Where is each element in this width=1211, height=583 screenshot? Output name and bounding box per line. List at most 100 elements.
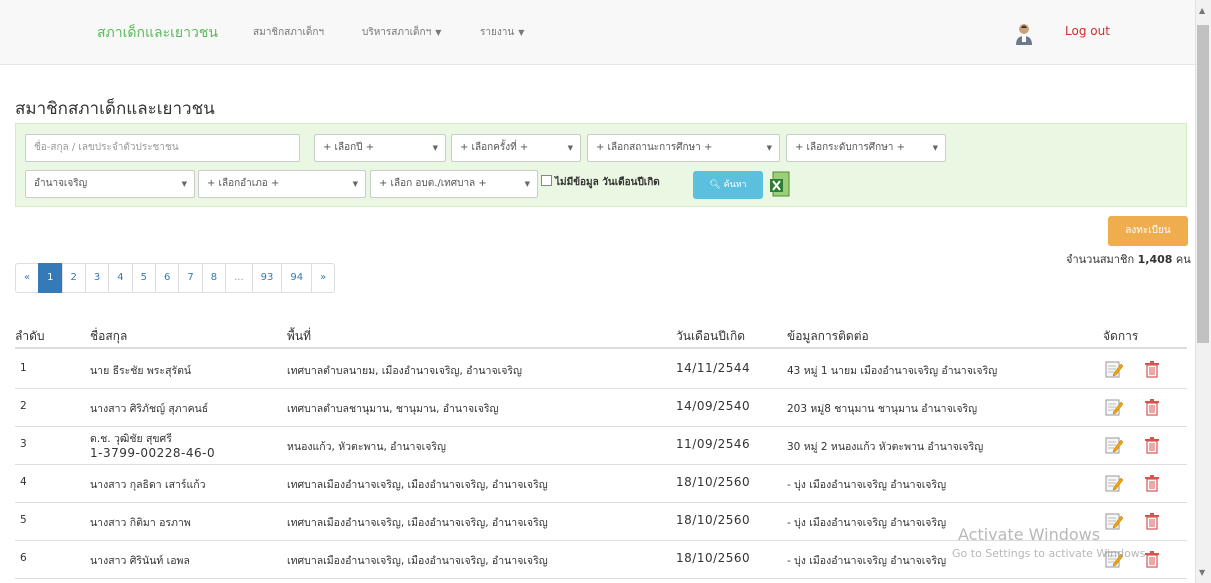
nav-manage[interactable]: บริหารสภาเด็กฯ ▼ xyxy=(362,25,441,40)
pagination-page[interactable]: 8 xyxy=(201,263,227,293)
cell-contact: - บุ่ง เมืองอำนาจเจริญ อำนาจเจริญ xyxy=(787,479,947,491)
excel-export-icon[interactable] xyxy=(770,171,790,197)
member-count-label: จำนวนสมาชิก xyxy=(1066,253,1135,266)
col-header-birthdate: วันเดือนปีเกิด xyxy=(676,329,746,343)
edit-icon[interactable] xyxy=(1105,474,1124,492)
province-select[interactable]: อำนาจเจริญ ▼ xyxy=(25,170,195,198)
cell-birthdate: 18/10/2560 xyxy=(676,475,751,489)
no-birthdate-label: ไม่มีข้อมูล วันเดือนปีเกิด xyxy=(555,177,660,188)
activate-windows-subtext: Go to Settings to activate Windows. xyxy=(952,547,1150,560)
cell-name: นางสาว ศิรินันท์ เอพล xyxy=(90,555,190,567)
cell-birthdate: 18/10/2560 xyxy=(676,551,751,565)
activate-windows-watermark: Activate Windows xyxy=(958,525,1101,544)
round-select-value: + เลือกครั้งที่ + xyxy=(460,142,529,153)
chevron-down-icon: ▼ xyxy=(432,144,438,152)
checkbox-box[interactable] xyxy=(541,175,552,186)
nav-report[interactable]: รายงาน ▼ xyxy=(480,25,524,40)
pagination-prev[interactable]: « xyxy=(15,263,40,293)
chevron-down-icon: ▼ xyxy=(524,180,530,188)
cell-contact: - บุ่ง เมืองอำนาจเจริญ อำนาจเจริญ xyxy=(787,517,947,529)
cell-contact: - บุ่ง เมืองอำนาจเจริญ อำนาจเจริญ xyxy=(787,555,947,567)
pagination-page[interactable]: 7 xyxy=(178,263,203,293)
chevron-down-icon: ▼ xyxy=(352,180,358,188)
search-button[interactable]: 🔍︎ ค้นหา xyxy=(693,171,763,199)
cell-contact: 203 หมู่8 ชานุมาน ชานุมาน อำนาจเจริญ xyxy=(787,403,978,415)
trash-icon[interactable] xyxy=(1144,398,1160,416)
logout-link[interactable]: Log out xyxy=(1065,24,1110,38)
cell-contact: 43 หมู่ 1 นายม เมืองอำนาจเจริญ อำนาจเจริ… xyxy=(787,365,998,377)
cell-birthdate: 11/09/2546 xyxy=(676,437,751,451)
pagination-page[interactable]: 93 xyxy=(251,263,283,293)
pagination-page[interactable]: 6 xyxy=(155,263,180,293)
row-divider xyxy=(15,426,1187,427)
trash-icon[interactable] xyxy=(1144,474,1160,492)
scrollbar-thumb[interactable] xyxy=(1197,25,1209,343)
district-select[interactable]: + เลือกอำเภอ + ▼ xyxy=(198,170,366,198)
cell-area: เทศบาลเมืองอำนาจเจริญ, เมืองอำนาจเจริญ, … xyxy=(287,479,548,491)
cell-contact: 30 หมู่ 2 หนองแก้ว หัวตะพาน อำนาจเจริญ xyxy=(787,441,984,453)
member-count: จำนวนสมาชิก 1,408 คน xyxy=(1066,250,1191,268)
no-birthdate-checkbox[interactable]: ไม่มีข้อมูล วันเดือนปีเกิด xyxy=(541,175,660,190)
year-select[interactable]: + เลือกปี + ▼ xyxy=(314,134,446,162)
caret-down-icon: ▼ xyxy=(435,28,442,37)
pagination-page[interactable]: 4 xyxy=(108,263,133,293)
edit-icon[interactable] xyxy=(1105,360,1124,378)
cell-birthdate: 14/11/2544 xyxy=(676,361,751,375)
cell-name: นางสาว กิติมา อรภาพ xyxy=(90,517,191,529)
pagination-page[interactable]: 1 xyxy=(38,263,63,293)
cell-no: 4 xyxy=(20,476,27,488)
province-value: อำนาจเจริญ xyxy=(34,178,88,189)
subdistrict-select[interactable]: + เลือก อบต./เทศบาล + ▼ xyxy=(370,170,538,198)
member-count-value: 1,408 xyxy=(1137,253,1173,266)
search-placeholder: ชื่อ-สกุล / เลขประจำตัวประชาชน xyxy=(34,142,179,153)
col-header-area: พื้นที่ xyxy=(287,329,312,343)
cell-name: ด.ช. วุฒิชัย สุขศรี xyxy=(90,433,172,445)
study-status-value: + เลือกสถานะการศึกษา + xyxy=(596,142,713,153)
cell-no: 6 xyxy=(20,552,27,564)
cell-birthdate: 14/09/2540 xyxy=(676,399,751,413)
chevron-down-icon: ▼ xyxy=(932,144,938,152)
pagination-page[interactable]: 5 xyxy=(131,263,156,293)
col-header-actions: จัดการ xyxy=(1103,329,1139,343)
trash-icon[interactable] xyxy=(1144,512,1160,530)
nav-members[interactable]: สมาชิกสภาเด็กฯ xyxy=(253,25,324,40)
study-level-value: + เลือกระดับการศึกษา + xyxy=(795,142,905,153)
cell-no: 2 xyxy=(20,400,27,412)
study-level-select[interactable]: + เลือกระดับการศึกษา + ▼ xyxy=(786,134,946,162)
pagination-page[interactable]: 3 xyxy=(84,263,110,293)
pagination-ellipsis: ... xyxy=(225,263,253,293)
register-button[interactable]: ลงทะเบียน xyxy=(1108,216,1188,246)
subdistrict-value: + เลือก อบต./เทศบาล + xyxy=(379,178,487,189)
table-header-divider xyxy=(15,347,1187,349)
edit-icon[interactable] xyxy=(1105,436,1124,454)
col-header-name: ชื่อสกุล xyxy=(90,329,128,343)
round-select[interactable]: + เลือกครั้งที่ + ▼ xyxy=(451,134,581,162)
pagination-page[interactable]: 2 xyxy=(61,263,86,293)
cell-name: นางสาว ศิริภัชญ์ สุภาคนธ์ xyxy=(90,403,209,415)
scroll-down-icon[interactable]: ▼ xyxy=(1199,568,1205,577)
pagination-page[interactable]: 94 xyxy=(281,263,313,293)
trash-icon[interactable] xyxy=(1144,360,1160,378)
row-divider xyxy=(15,388,1187,389)
caret-down-icon: ▼ xyxy=(518,28,525,37)
edit-icon[interactable] xyxy=(1105,398,1124,416)
search-icon: 🔍︎ xyxy=(709,180,721,190)
col-header-contact: ข้อมูลการติดต่อ xyxy=(787,329,869,343)
scroll-up-icon[interactable]: ▲ xyxy=(1199,6,1205,15)
chevron-down-icon: ▼ xyxy=(567,144,573,152)
pagination-next[interactable]: » xyxy=(311,263,336,293)
trash-icon[interactable] xyxy=(1144,436,1160,454)
chevron-down-icon: ▼ xyxy=(181,180,187,188)
search-button-label: ค้นหา xyxy=(723,180,747,190)
row-divider xyxy=(15,578,1187,579)
nav-members-label: สมาชิกสภาเด็กฯ xyxy=(253,27,325,38)
user-avatar-icon[interactable] xyxy=(1015,23,1033,45)
cell-birthdate: 18/10/2560 xyxy=(676,513,751,527)
search-input[interactable]: ชื่อ-สกุล / เลขประจำตัวประชาชน xyxy=(25,134,300,162)
cell-no: 3 xyxy=(20,438,27,450)
col-header-no: ลำดับ xyxy=(15,329,45,343)
study-status-select[interactable]: + เลือกสถานะการศึกษา + ▼ xyxy=(587,134,780,162)
brand-link[interactable]: สภาเด็กและเยาวชน xyxy=(97,22,218,44)
year-select-value: + เลือกปี + xyxy=(323,142,375,153)
edit-icon[interactable] xyxy=(1105,512,1124,530)
